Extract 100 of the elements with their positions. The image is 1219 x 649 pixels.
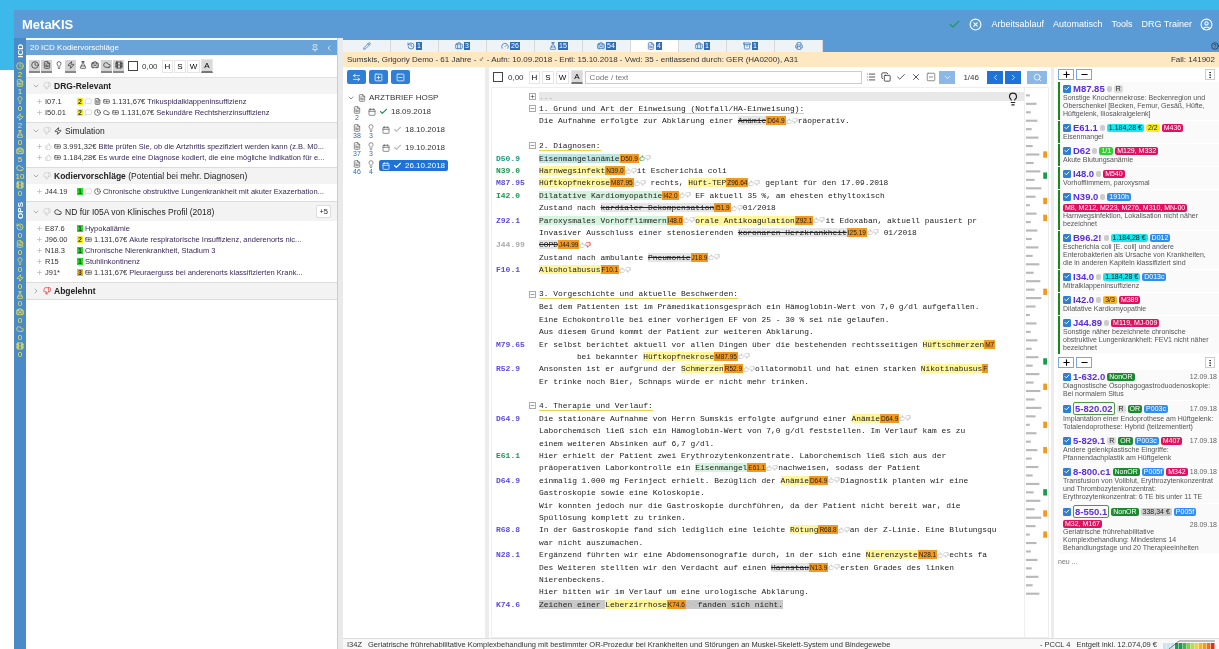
- sidebar-tab[interactable]: OPS: [15, 201, 25, 219]
- search-field[interactable]: Code / text: [584, 70, 863, 84]
- collapse-button[interactable]: [391, 70, 410, 84]
- group-header[interactable]: Simulation: [26, 123, 337, 139]
- thumbs-down-icon[interactable]: [749, 365, 756, 372]
- collapse-icon[interactable]: [529, 402, 536, 410]
- chevron-down-icon[interactable]: [32, 82, 40, 90]
- checkbox[interactable]: [1063, 169, 1071, 178]
- filter-toggle[interactable]: S: [542, 70, 554, 84]
- add-icon[interactable]: [36, 247, 43, 254]
- document-date[interactable]: 19.10.2018: [379, 142, 449, 153]
- next-button[interactable]: [1005, 70, 1021, 84]
- filter-button[interactable]: [65, 59, 76, 73]
- thumbs-down-icon[interactable]: [834, 564, 841, 571]
- thumbs-up-icon[interactable]: [785, 117, 792, 124]
- group-header[interactable]: Kodiervorschläge (Potential bei mehr. Diagnosen): [26, 168, 337, 184]
- add-icon[interactable]: [36, 225, 43, 232]
- checkbox[interactable]: [1063, 436, 1071, 445]
- thumbs-up-icon[interactable]: [866, 229, 873, 236]
- thumbs-down-icon[interactable]: [585, 241, 592, 248]
- list-button[interactable]: [864, 70, 878, 84]
- thumbs-up-icon[interactable]: [766, 464, 773, 471]
- thumbs-down-icon[interactable]: [905, 415, 912, 422]
- add-icon[interactable]: [36, 98, 43, 105]
- swap-button[interactable]: [347, 70, 366, 84]
- sidebar-tab[interactable]: ICD: [15, 44, 25, 58]
- copy-button[interactable]: [879, 70, 893, 84]
- document-date[interactable]: 26.10.2018: [379, 160, 449, 171]
- collapse-icon[interactable]: [529, 105, 536, 113]
- thumbs-down-icon[interactable]: [625, 266, 632, 273]
- group-header[interactable]: Abgelehnt: [26, 283, 337, 299]
- thumbs-up-icon[interactable]: [708, 254, 715, 261]
- thumbs-down-icon[interactable]: [644, 155, 651, 162]
- filter-toggle[interactable]: S: [174, 59, 186, 73]
- thumbs-up-icon[interactable]: [685, 601, 692, 608]
- thumbs-up-icon[interactable]: [730, 204, 737, 211]
- thumbs-up-icon[interactable]: [828, 477, 835, 484]
- thumbs-down-icon[interactable]: [43, 172, 51, 180]
- filter-toggle[interactable]: H: [161, 59, 174, 73]
- thumbs-down-icon[interactable]: [714, 254, 721, 261]
- thumbs-up-icon[interactable]: [619, 266, 626, 273]
- filter-toggle[interactable]: A: [571, 70, 583, 84]
- checkbox[interactable]: [1063, 467, 1071, 476]
- thumbs-down-icon[interactable]: [639, 179, 646, 186]
- filter-button[interactable]: [41, 59, 52, 73]
- thumbs-up-icon[interactable]: [743, 365, 750, 372]
- filter-button[interactable]: [29, 59, 40, 73]
- thumbs-up-icon[interactable]: [737, 353, 744, 360]
- group-header[interactable]: DRG-Relevant: [26, 78, 337, 94]
- add-icon[interactable]: [36, 188, 43, 195]
- document-date[interactable]: 18.09.2018: [365, 106, 435, 117]
- thumbs-down-icon[interactable]: [684, 192, 691, 199]
- tab[interactable]: [775, 40, 823, 52]
- thumbs-down-icon[interactable]: [791, 117, 798, 124]
- close-icon[interactable]: [969, 17, 983, 31]
- thumbs-down-icon[interactable]: [754, 179, 761, 186]
- tab[interactable]: [343, 40, 391, 52]
- expand-button[interactable]: [369, 70, 388, 84]
- add-icon[interactable]: [36, 143, 43, 150]
- checkbox[interactable]: [128, 61, 138, 71]
- thumbs-up-icon[interactable]: [678, 192, 685, 199]
- checkbox[interactable]: [1063, 295, 1071, 304]
- remove-button[interactable]: [1076, 69, 1092, 80]
- filter-button[interactable]: [113, 59, 124, 73]
- add-icon[interactable]: [36, 258, 43, 265]
- document-date[interactable]: 18.10.2018: [379, 124, 449, 135]
- thumbs-down-icon[interactable]: [43, 207, 51, 216]
- thumbs-down-icon[interactable]: [772, 464, 779, 471]
- help-icon[interactable]: [1211, 42, 1219, 50]
- dropdown-button[interactable]: [939, 70, 956, 84]
- thumbs-down-icon[interactable]: [43, 127, 51, 135]
- thumbs-down-icon[interactable]: [689, 217, 696, 224]
- previous-button[interactable]: [987, 70, 1003, 84]
- more-button[interactable]: [1205, 357, 1215, 368]
- add-button[interactable]: [1058, 357, 1074, 368]
- collapse-icon[interactable]: [325, 43, 333, 52]
- more-button[interactable]: [1205, 69, 1215, 80]
- thumbs-up-icon[interactable]: [813, 217, 820, 224]
- thumbs-down-icon[interactable]: [691, 601, 698, 608]
- checkbox[interactable]: [493, 72, 503, 82]
- thumbs-up-icon[interactable]: [683, 217, 690, 224]
- checkbox[interactable]: [1063, 318, 1071, 327]
- collapse-icon[interactable]: [529, 142, 536, 150]
- thumbs-up-icon[interactable]: [828, 564, 835, 571]
- add-icon[interactable]: [36, 154, 43, 161]
- thumbs-up-icon[interactable]: [624, 167, 631, 174]
- thumbs-down-icon[interactable]: [819, 217, 826, 224]
- checkbox[interactable]: [1063, 233, 1071, 242]
- lightbulb-icon[interactable]: [1006, 92, 1020, 106]
- checkbox[interactable]: [1063, 123, 1071, 132]
- thumbs-down-icon[interactable]: [736, 204, 743, 211]
- thumbs-up-icon[interactable]: [837, 526, 844, 533]
- filter-toggle[interactable]: W: [186, 59, 201, 73]
- chevron-right-icon[interactable]: [32, 287, 40, 295]
- checkbox[interactable]: [1063, 372, 1071, 381]
- thumbs-up-icon[interactable]: [899, 415, 906, 422]
- thumbs-down-icon[interactable]: [834, 477, 841, 484]
- user-icon[interactable]: [1200, 17, 1213, 31]
- thumbs-down-icon[interactable]: [43, 82, 51, 90]
- filter-button[interactable]: [101, 59, 112, 73]
